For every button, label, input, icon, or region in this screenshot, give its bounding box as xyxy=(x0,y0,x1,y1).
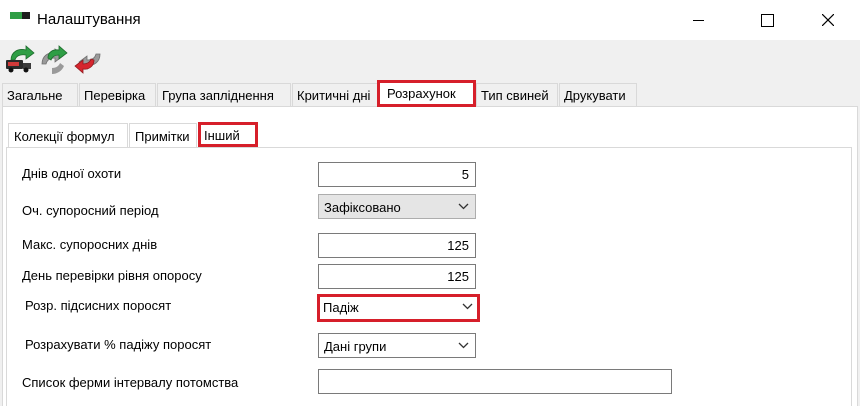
exp-gestation-select[interactable]: Зафіксовано xyxy=(318,194,476,219)
chevron-down-icon xyxy=(458,342,469,349)
minimize-button[interactable] xyxy=(675,0,721,40)
suckling-calc-select[interactable]: Падіж xyxy=(317,294,480,322)
window-title: Налаштування xyxy=(37,11,141,28)
app-icon xyxy=(10,12,30,19)
mortality-calc-label: Розрахувати % падіжу поросят xyxy=(25,337,212,352)
toolbar xyxy=(0,40,860,80)
subtab-other[interactable]: Інший xyxy=(198,122,258,147)
farm-list-label: Список ферми інтервалу потомства xyxy=(22,375,239,390)
subtab-label: Примітки xyxy=(135,129,190,144)
tab-critical-days[interactable]: Критичні дні xyxy=(292,83,378,106)
grey-green-arrows-button[interactable] xyxy=(38,44,70,76)
truck-green-arrow-icon xyxy=(6,45,35,73)
farm-list-input[interactable] xyxy=(318,369,672,394)
close-button[interactable] xyxy=(806,0,852,40)
suckling-calc-label: Розр. підсисних поросят xyxy=(25,298,172,313)
grey-green-arrows-icon xyxy=(41,45,68,74)
days-per-heat-input[interactable]: 5 xyxy=(318,162,476,187)
mortality-calc-value: Дані групи xyxy=(324,339,387,354)
farrow-check-day-input[interactable]: 125 xyxy=(318,264,476,289)
tab-label: Загальне xyxy=(7,88,63,103)
max-gestation-days-label: Макс. супоросних днів xyxy=(22,237,158,252)
red-grey-arrows-icon xyxy=(74,53,101,74)
tab-label: Друкувати xyxy=(564,88,626,103)
maximize-button[interactable] xyxy=(744,0,790,40)
days-per-heat-label: Днів одної охоти xyxy=(22,166,122,181)
subtab-formula-collections[interactable]: Колекції формул xyxy=(8,123,128,147)
tab-insemination-group[interactable]: Група запліднення xyxy=(157,83,291,106)
title-bar: Налаштування xyxy=(0,0,860,40)
close-icon xyxy=(822,14,834,26)
tab-pig-type[interactable]: Тип свиней xyxy=(476,83,558,106)
subtab-notes[interactable]: Примітки xyxy=(129,123,197,147)
tab-label: Перевірка xyxy=(84,88,146,103)
chevron-down-icon xyxy=(458,203,469,210)
tab-label: Розрахунок xyxy=(387,86,456,101)
tab-calculation[interactable]: Розрахунок xyxy=(377,80,476,107)
subtab-label: Колекції формул xyxy=(14,129,115,144)
tab-label: Критичні дні xyxy=(297,88,371,103)
tab-label: Тип свиней xyxy=(481,88,549,103)
tab-print[interactable]: Друкувати xyxy=(559,83,637,106)
tab-check[interactable]: Перевірка xyxy=(79,83,156,106)
exp-gestation-value: Зафіксовано xyxy=(324,200,401,215)
subtab-label: Інший xyxy=(204,128,240,143)
max-gestation-days-input[interactable]: 125 xyxy=(318,233,476,258)
suckling-calc-value: Падіж xyxy=(323,300,359,315)
exp-gestation-label: Оч. супоросний період xyxy=(22,203,159,218)
truck-green-arrow-button[interactable] xyxy=(4,44,36,76)
chevron-down-icon xyxy=(462,303,473,310)
mortality-calc-select[interactable]: Дані групи xyxy=(318,333,476,358)
red-grey-arrows-button[interactable] xyxy=(72,44,104,76)
tab-label: Група запліднення xyxy=(162,88,274,103)
tab-general[interactable]: Загальне xyxy=(2,83,78,106)
farrow-check-day-label: День перевірки рівня опоросу xyxy=(22,268,202,283)
